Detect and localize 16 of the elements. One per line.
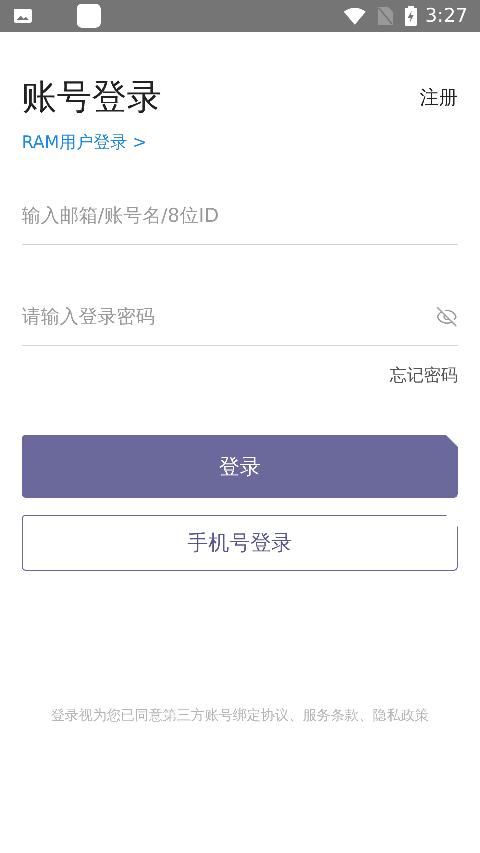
ram-login-link[interactable]: RAM用户登录 > — [22, 131, 148, 154]
password-field[interactable]: 请输入登录密码 — [22, 306, 436, 328]
status-time: 3:27 — [425, 5, 468, 27]
wifi-icon — [344, 8, 366, 24]
phone-login-button[interactable]: 手机号登录 — [22, 515, 458, 571]
forgot-password-link[interactable]: 忘记密码 — [390, 364, 458, 387]
no-sim-icon — [378, 7, 394, 25]
page-title: 账号登录 — [22, 77, 162, 120]
image-icon — [14, 9, 32, 23]
app-icon — [77, 4, 101, 28]
login-button[interactable]: 登录 — [22, 435, 458, 498]
register-link[interactable]: 注册 — [420, 84, 458, 110]
eye-off-icon[interactable] — [436, 306, 458, 328]
account-field[interactable]: 输入邮箱/账号名/8位ID — [22, 205, 458, 227]
battery-charging-icon — [405, 6, 418, 26]
terms-text: 登录视为您已同意第三方账号绑定协议、服务条款、隐私政策 — [50, 707, 430, 725]
